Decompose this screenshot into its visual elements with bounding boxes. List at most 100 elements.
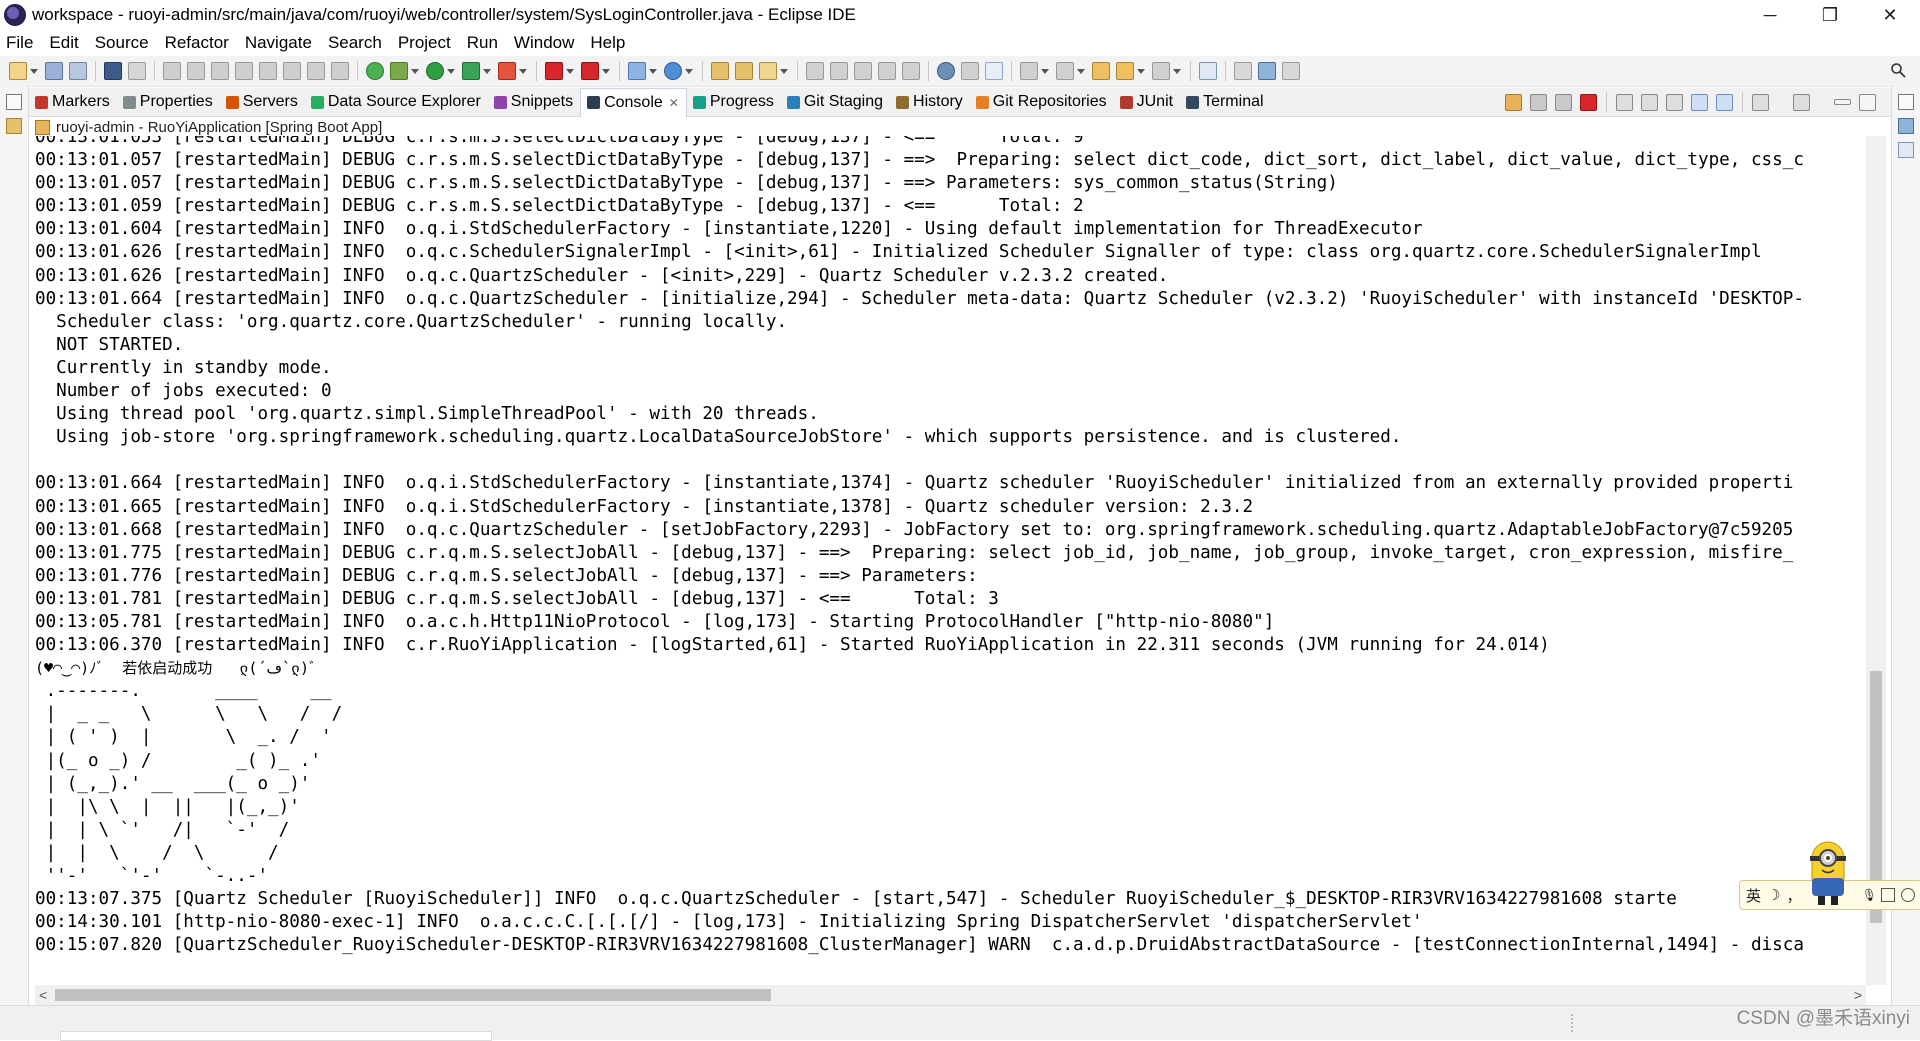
pin-editor-icon[interactable] <box>1199 62 1217 80</box>
tab-git-staging[interactable]: Git Staging <box>781 88 890 116</box>
step-return-icon[interactable] <box>307 62 325 80</box>
step-over-icon[interactable] <box>283 62 301 80</box>
chevron-down-icon[interactable] <box>447 68 455 74</box>
horizontal-scrollbar[interactable]: < > <box>35 985 1866 1005</box>
chevron-down-icon[interactable] <box>685 68 693 74</box>
restore-icon[interactable] <box>6 94 22 110</box>
chevron-down-icon[interactable] <box>1777 95 1785 110</box>
chevron-down-icon[interactable] <box>411 68 419 74</box>
run-icon[interactable] <box>426 62 444 80</box>
new-class-icon[interactable] <box>664 62 682 80</box>
display-selected-console-icon[interactable] <box>1752 93 1769 111</box>
tab-servers[interactable]: Servers <box>220 88 305 116</box>
step-into-icon[interactable] <box>259 62 277 80</box>
remove-launch-icon[interactable] <box>1530 93 1547 111</box>
ime-punctuation-icon[interactable]: ， <box>1786 885 1801 906</box>
tab-git-repositories[interactable]: Git Repositories <box>970 88 1114 116</box>
chevron-down-icon[interactable] <box>1041 68 1049 74</box>
ime-mic-icon[interactable]: 🎙 <box>1862 888 1877 902</box>
show-whitespace-icon[interactable] <box>878 62 896 80</box>
minion-mascot-icon[interactable] <box>1806 838 1850 908</box>
web-browser-icon[interactable] <box>937 62 955 80</box>
tab-console[interactable]: Console ✕ <box>580 87 687 117</box>
toggle-block-selection-icon[interactable] <box>854 62 872 80</box>
chevron-down-icon[interactable] <box>483 68 491 74</box>
maximize-button[interactable]: ❐ <box>1800 0 1860 30</box>
scroll-left-arrow[interactable]: < <box>39 987 47 1003</box>
show-on-stdout-icon[interactable] <box>1691 93 1708 111</box>
last-edit-location-icon[interactable] <box>1092 62 1110 80</box>
external-tools-icon[interactable] <box>498 62 516 80</box>
java-perspective-icon[interactable] <box>1234 62 1252 80</box>
chevron-down-icon[interactable] <box>566 68 574 74</box>
stop-icon[interactable] <box>545 62 563 80</box>
next-annotation-icon[interactable] <box>1020 62 1038 80</box>
task-list-icon[interactable] <box>1898 142 1914 158</box>
menu-window[interactable]: Window <box>506 33 582 53</box>
close-button[interactable]: ✕ <box>1860 0 1920 30</box>
disconnect-icon[interactable] <box>235 62 253 80</box>
tab-snippets[interactable]: Snippets <box>488 88 580 116</box>
console-output[interactable]: 00:13:01.053 [restartedMain] DEBUG c.r.s… <box>35 136 1865 985</box>
debug-perspective-icon[interactable] <box>1258 62 1276 80</box>
ime-settings-icon[interactable] <box>1901 888 1915 902</box>
open-task-icon[interactable] <box>735 62 753 80</box>
save-icon[interactable] <box>45 62 63 80</box>
minimize-view-icon[interactable] <box>1834 99 1851 105</box>
menu-file[interactable]: File <box>0 33 41 53</box>
quick-access-search-icon[interactable] <box>1890 62 1906 78</box>
show-on-stderr-icon[interactable] <box>1716 93 1733 111</box>
relaunch-icon[interactable] <box>581 62 599 80</box>
chevron-down-icon[interactable] <box>1818 95 1826 110</box>
menu-refactor[interactable]: Refactor <box>157 33 237 53</box>
menu-search[interactable]: Search <box>320 33 390 53</box>
git-perspective-icon[interactable] <box>1282 62 1300 80</box>
tab-data-source-explorer[interactable]: Data Source Explorer <box>305 88 488 116</box>
drop-to-frame-icon[interactable] <box>331 62 349 80</box>
maximize-view-icon[interactable] <box>1859 93 1876 111</box>
tab-history[interactable]: History <box>890 88 970 116</box>
minimize-button[interactable]: ─ <box>1740 0 1800 30</box>
new-icon[interactable] <box>9 62 27 80</box>
previous-annotation-icon[interactable] <box>1056 62 1074 80</box>
word-wrap-icon[interactable] <box>1666 93 1683 111</box>
pin-console-icon[interactable] <box>1505 93 1522 111</box>
terminal-icon[interactable] <box>104 62 122 80</box>
open-type-icon[interactable] <box>711 62 729 80</box>
toggle-mark-occurrences-icon[interactable] <box>806 62 824 80</box>
chevron-down-icon[interactable] <box>30 68 38 74</box>
back-icon[interactable] <box>1116 62 1134 80</box>
clear-console-icon[interactable] <box>1616 93 1633 111</box>
suspend-icon[interactable] <box>187 62 205 80</box>
vertical-scrollbar[interactable] <box>1866 136 1886 985</box>
search-icon[interactable] <box>759 62 777 80</box>
coverage-icon[interactable] <box>462 62 480 80</box>
menu-navigate[interactable]: Navigate <box>237 33 320 53</box>
outline-icon[interactable] <box>1898 118 1914 134</box>
menu-help[interactable]: Help <box>582 33 633 53</box>
tab-terminal[interactable]: Terminal <box>1180 88 1270 116</box>
tab-properties[interactable]: Properties <box>117 88 220 116</box>
chevron-down-icon[interactable] <box>1173 68 1181 74</box>
close-icon[interactable]: ✕ <box>669 96 679 110</box>
save-all-icon[interactable] <box>69 62 87 80</box>
open-console-icon[interactable] <box>1793 93 1810 111</box>
menu-project[interactable]: Project <box>390 33 459 53</box>
chevron-down-icon[interactable] <box>519 68 527 74</box>
menu-run[interactable]: Run <box>459 33 506 53</box>
menu-edit[interactable]: Edit <box>41 33 86 53</box>
forward-icon[interactable] <box>1152 62 1170 80</box>
ime-keyboard-icon[interactable] <box>1881 888 1895 902</box>
scroll-right-arrow[interactable]: > <box>1854 987 1862 1003</box>
toggle-word-wrap-icon[interactable] <box>830 62 848 80</box>
chevron-down-icon[interactable] <box>602 68 610 74</box>
terminate-icon[interactable] <box>211 62 229 80</box>
tab-junit[interactable]: JUnit <box>1114 88 1180 116</box>
remove-all-terminated-icon[interactable] <box>1555 93 1572 111</box>
ime-language-label[interactable]: 英 <box>1746 885 1761 906</box>
menu-source[interactable]: Source <box>87 33 157 53</box>
spring-boot-icon[interactable] <box>366 62 384 80</box>
chevron-down-icon[interactable] <box>1077 68 1085 74</box>
horizontal-scroll-thumb[interactable] <box>55 989 771 1001</box>
resume-icon[interactable] <box>163 62 181 80</box>
